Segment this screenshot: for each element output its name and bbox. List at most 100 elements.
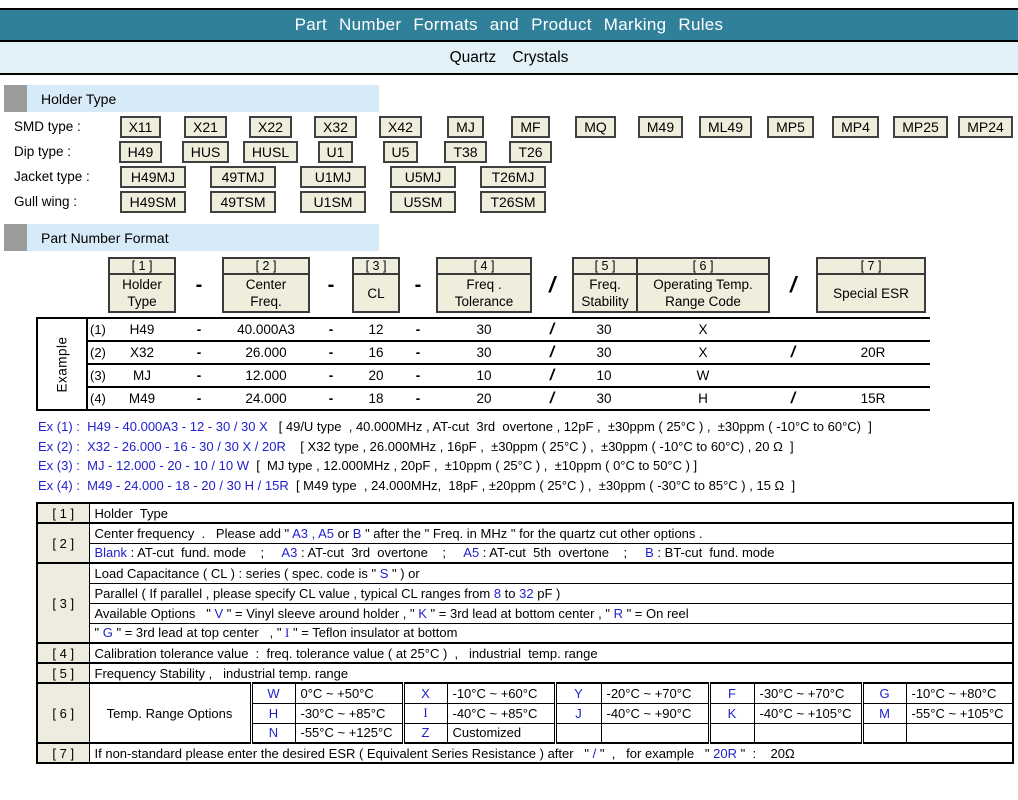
dash: -: [310, 364, 352, 387]
example-code: Ex (1) : H49 - 40.000A3 - 12 - 30 / 30 X: [38, 419, 268, 434]
holder-box: 49TSM: [210, 191, 276, 213]
page-title: Part Number Formats and Product Marking …: [0, 8, 1018, 42]
gull-wing-row: Gull wing : H49SM 49TSM U1SM U5SM T26SM: [14, 189, 1018, 214]
field-line: Special ESR: [818, 285, 924, 302]
field-num: [ 7 ]: [818, 259, 924, 275]
dash: -: [176, 341, 222, 364]
temp-range: -40°C ~ +90°C: [601, 703, 709, 723]
temp-range: -10°C ~ +60°C: [447, 683, 555, 703]
dash-separator: -: [400, 257, 436, 313]
legend-row-2: [ 2 ] Center frequency . Please add " A3…: [37, 523, 1013, 543]
section-marker-icon: [4, 224, 27, 251]
legend-text: Frequency Stability , industrial temp. r…: [89, 663, 1013, 683]
datasheet-page: Part Number Formats and Product Marking …: [0, 8, 1018, 764]
dash: -: [176, 318, 222, 341]
holder-box: T26: [509, 141, 551, 163]
example-desc: [ MJ type , 12.000MHz , 20pF , ±10ppm ( …: [249, 458, 697, 473]
example-num: (3): [88, 364, 108, 387]
legend-row-6: [ 6 ] Temp. Range Options W 0°C ~ +50°C …: [37, 683, 1013, 703]
field-line: Operating Temp.: [638, 276, 768, 293]
temp-range: -55°C ~ +105°C: [906, 703, 1013, 723]
example-esr: 15R: [816, 387, 930, 410]
legend-key: [ 5 ]: [37, 663, 89, 683]
gull-wing-label: Gull wing :: [14, 194, 108, 209]
holder-box: X11: [120, 116, 162, 138]
temp-range: -10°C ~ +80°C: [906, 683, 1013, 703]
page-subtitle: Quartz Crystals: [0, 42, 1018, 75]
temp-code: Y: [555, 683, 601, 703]
temp-code: [709, 723, 754, 743]
example-holder: H49: [108, 318, 176, 341]
example-tolerance: 30: [436, 318, 532, 341]
example-temp-code: X: [636, 341, 770, 364]
temp-code: W: [251, 683, 295, 703]
legend-text: " G " = 3rd lead at top center , " I " =…: [89, 623, 1013, 643]
field-box-4: [ 4 ] Freq .Tolerance: [436, 257, 532, 313]
temp-range: Customized: [447, 723, 555, 743]
example-cl: 16: [352, 341, 400, 364]
part-number-format-section-title: Part Number Format: [27, 224, 379, 251]
slash-separator: /: [770, 257, 816, 313]
part-number-format-section-header: Part Number Format: [4, 224, 1018, 251]
example-explanation-line: Ex (4) : M49 - 24.000 - 18 - 20 / 30 H /…: [38, 478, 1018, 498]
field-line: Tolerance: [438, 293, 530, 310]
smd-type-row: SMD type : X11 X21 X22 X32 X42 MJ MF MQ …: [14, 114, 1018, 139]
smd-type-boxes: X11 X21 X22 X32 X42 MJ MF MQ M49 ML49 MP…: [108, 116, 1018, 138]
holder-box: MF: [511, 116, 549, 138]
dash: -: [400, 318, 436, 341]
temp-code: M: [862, 703, 906, 723]
holder-box: 49TMJ: [210, 166, 276, 188]
example-tolerance: 20: [436, 387, 532, 410]
temp-code: X: [403, 683, 447, 703]
example-desc: [ 49/U type , 40.000MHz , AT-cut 3rd ove…: [268, 419, 872, 434]
field-box-6: [ 6 ] Operating Temp.Range Code: [636, 259, 768, 311]
legend-key: [ 2 ]: [37, 523, 89, 563]
field-legend-table: [ 1 ] Holder Type [ 2 ] Center frequency…: [36, 502, 1014, 764]
legend-text: Available Options " V " = Vinyl sleeve a…: [89, 603, 1013, 623]
legend-key: [ 4 ]: [37, 643, 89, 663]
temp-code: N: [251, 723, 295, 743]
example-freq: 40.000A3: [222, 318, 310, 341]
temp-code: [862, 723, 906, 743]
holder-box: H49MJ: [120, 166, 186, 188]
temp-range: -20°C ~ +70°C: [601, 683, 709, 703]
holder-box: MP5: [767, 116, 814, 138]
holder-box: U5MJ: [390, 166, 456, 188]
temp-range: [601, 723, 709, 743]
example-table-section: Example (1) H49 - 40.000A3 - 12 - 30 / 3…: [36, 317, 1018, 411]
field-box-3: [ 3 ] CL: [352, 257, 400, 313]
example-explanation-line: Ex (1) : H49 - 40.000A3 - 12 - 30 / 30 X…: [38, 419, 1018, 439]
example-cl: 18: [352, 387, 400, 410]
dash: -: [400, 387, 436, 410]
holder-box: MP24: [958, 116, 1013, 138]
legend-row-3b: Parallel ( If parallel , please specify …: [37, 583, 1013, 603]
holder-box: X42: [379, 116, 422, 138]
legend-key: [ 3 ]: [37, 563, 89, 643]
dash: -: [310, 341, 352, 364]
example-temp-code: W: [636, 364, 770, 387]
holder-box: U1MJ: [300, 166, 366, 188]
dash: -: [400, 364, 436, 387]
field-line: Type: [110, 293, 174, 310]
example-label-box: Example: [36, 317, 88, 411]
field-num: [ 4 ]: [438, 259, 530, 275]
holder-box: MJ: [447, 116, 484, 138]
holder-box: X22: [249, 116, 292, 138]
example-stability: 30: [572, 318, 636, 341]
slash: /: [770, 341, 816, 364]
example-code: Ex (2) : X32 - 26.000 - 16 - 30 / 30 X /…: [38, 439, 286, 454]
field-box-1: [ 1 ] HolderType: [108, 257, 176, 313]
temp-code: I: [403, 703, 447, 723]
example-holder: MJ: [108, 364, 176, 387]
example-stability: 30: [572, 341, 636, 364]
example-holder: X32: [108, 341, 176, 364]
example-freq: 12.000: [222, 364, 310, 387]
legend-key: [ 6 ]: [37, 683, 89, 743]
dash-separator: -: [176, 257, 222, 313]
field-line: Stability: [574, 293, 636, 310]
temp-code: Z: [403, 723, 447, 743]
temp-code: F: [709, 683, 754, 703]
temp-range: -30°C ~ +85°C: [295, 703, 403, 723]
legend-key: [ 7 ]: [37, 743, 89, 763]
holder-box: T38: [444, 141, 486, 163]
